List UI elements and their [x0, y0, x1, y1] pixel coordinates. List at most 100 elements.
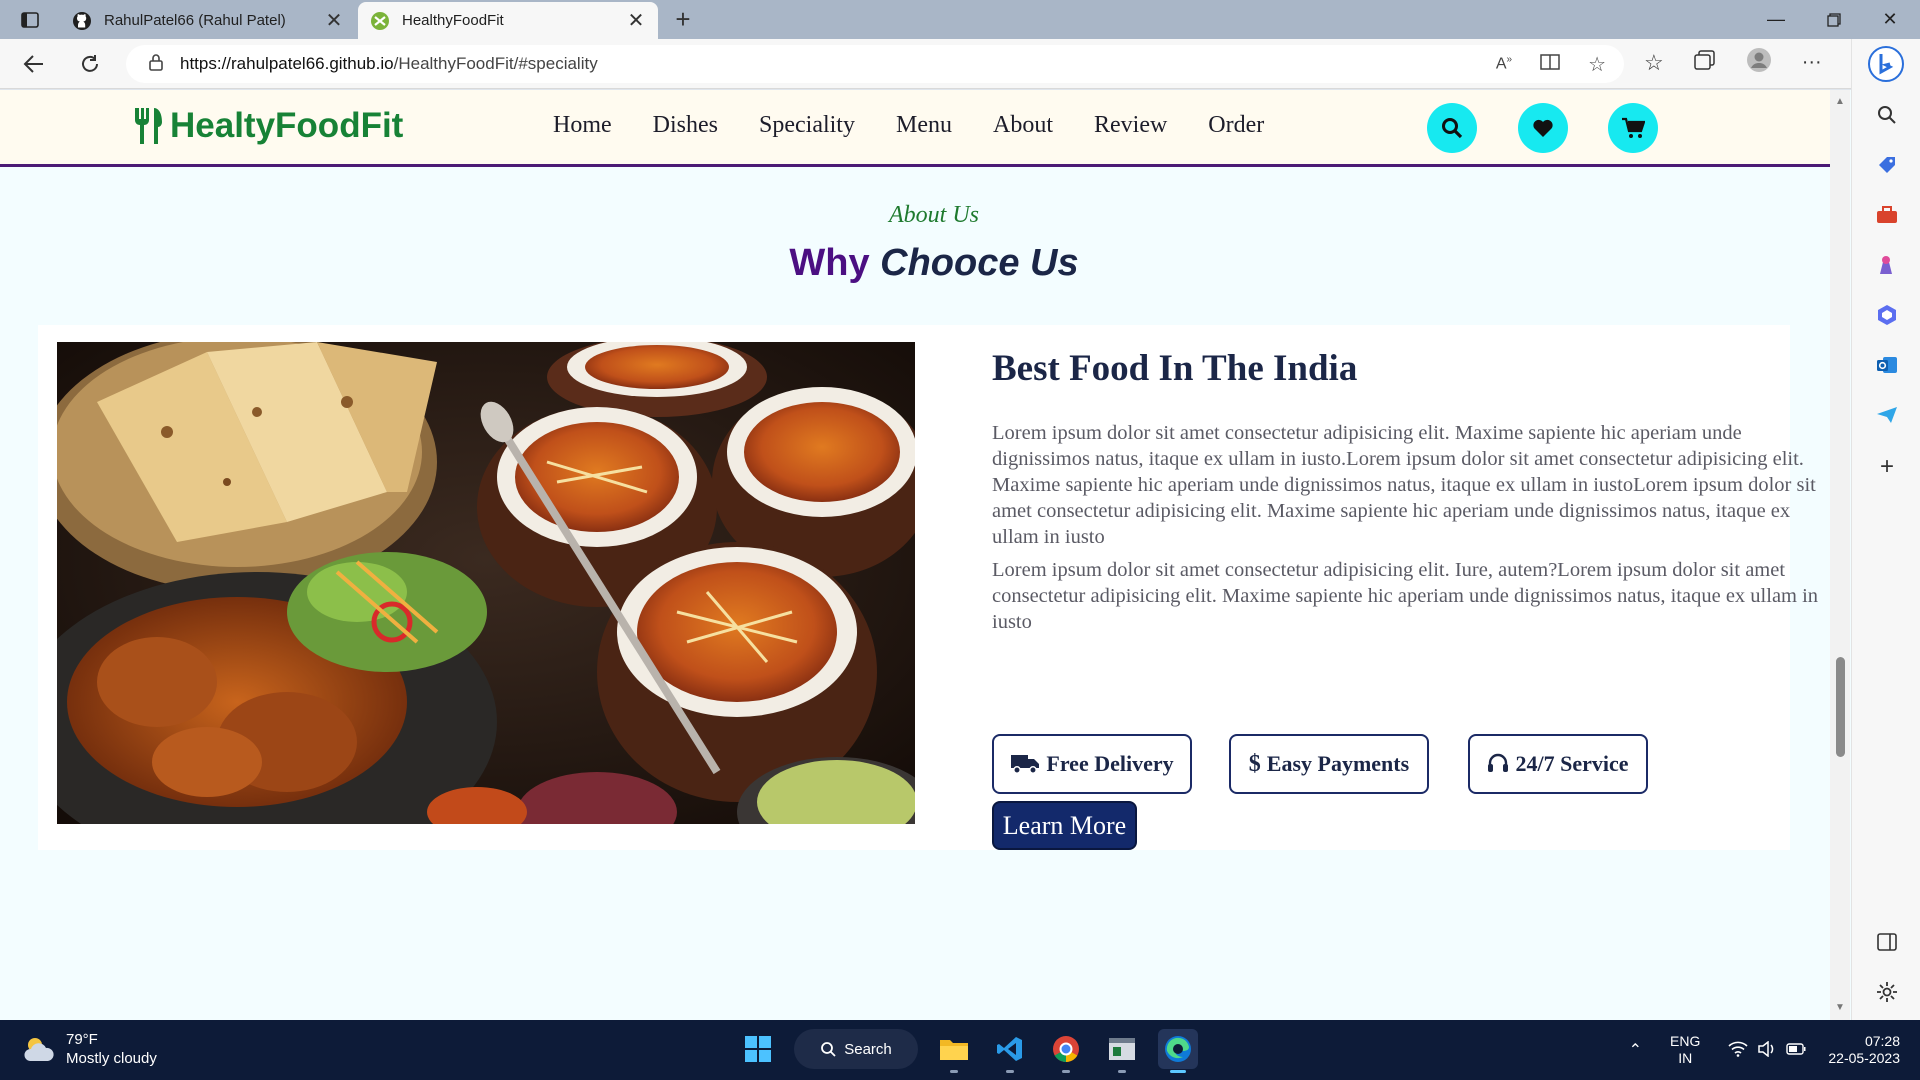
- address-bar-actions: A» ☆: [1496, 45, 1616, 83]
- terminal-app[interactable]: [1102, 1029, 1142, 1073]
- wifi-icon[interactable]: [1728, 1041, 1748, 1060]
- send-icon[interactable]: [1874, 402, 1900, 428]
- read-aloud-icon[interactable]: A»: [1496, 54, 1512, 73]
- site-header: HealtyFoodFit Home Dishes Speciality Men…: [0, 90, 1830, 167]
- url-path: /HealthyFoodFit/#speciality: [393, 54, 598, 73]
- edge-sidebar: +: [1851, 39, 1920, 1020]
- taskbar-search[interactable]: Search: [794, 1029, 918, 1069]
- settings-gear-icon[interactable]: [1874, 979, 1900, 1005]
- nav-order[interactable]: Order: [1208, 112, 1264, 139]
- service-badge[interactable]: 24/7 Service: [1468, 734, 1648, 794]
- battery-icon[interactable]: [1786, 1042, 1806, 1058]
- nav-home[interactable]: Home: [553, 112, 612, 139]
- add-sidebar-app-icon[interactable]: +: [1874, 453, 1900, 480]
- profile-avatar-icon[interactable]: [1746, 47, 1772, 78]
- lang-region: IN: [1678, 1050, 1693, 1066]
- weather-widget[interactable]: 79°F Mostly cloudy: [22, 1030, 157, 1068]
- about-paragraph-1: Lorem ipsum dolor sit amet consectetur a…: [992, 422, 1816, 548]
- language-indicator[interactable]: ENG IN: [1670, 1033, 1700, 1067]
- more-options-icon[interactable]: ···: [1802, 51, 1822, 74]
- address-bar[interactable]: https://rahulpatel66.github.io/HealthyFo…: [126, 45, 1624, 83]
- edge-app[interactable]: [1158, 1029, 1198, 1073]
- header-favorites-button[interactable]: [1518, 103, 1568, 153]
- tools-icon[interactable]: [1874, 202, 1900, 228]
- vscode-icon: [997, 1037, 1022, 1061]
- terminal-icon: [1109, 1038, 1135, 1060]
- heading-plain: Why: [789, 242, 881, 284]
- start-button[interactable]: [738, 1029, 778, 1069]
- site-favicon-icon: [370, 11, 390, 31]
- chrome-app[interactable]: [1046, 1029, 1086, 1073]
- clock[interactable]: 07:28 22-05-2023: [1828, 1033, 1900, 1067]
- back-icon[interactable]: [18, 49, 50, 79]
- scroll-up-icon[interactable]: ▲: [1834, 96, 1846, 108]
- windows-taskbar: 79°F Mostly cloudy Search ⌃ ENG IN 07:28…: [0, 1020, 1920, 1080]
- cart-icon: [1622, 117, 1645, 138]
- search-icon: [1442, 118, 1463, 139]
- logo-text: HealtyFoodFit: [170, 106, 404, 145]
- windows-logo-icon: [745, 1036, 771, 1062]
- browser-toolbar: https://rahulpatel66.github.io/HealthyFo…: [0, 39, 1920, 89]
- file-explorer-app[interactable]: [934, 1029, 974, 1073]
- close-tab-icon[interactable]: ✕: [324, 8, 344, 33]
- refresh-icon[interactable]: [74, 49, 106, 79]
- restore-icon[interactable]: [1806, 0, 1862, 39]
- lock-icon[interactable]: [148, 53, 166, 76]
- easy-payments-badge[interactable]: $ Easy Payments: [1229, 734, 1429, 794]
- vscode-app[interactable]: [990, 1029, 1030, 1073]
- tab-title: RahulPatel66 (Rahul Patel): [104, 12, 286, 29]
- service-label: 24/7 Service: [1515, 751, 1629, 776]
- tab-strip: RahulPatel66 (Rahul Patel) ✕ HealthyFood…: [0, 0, 1920, 39]
- learn-more-button[interactable]: Learn More: [992, 801, 1137, 850]
- search-label: Search: [844, 1040, 892, 1058]
- about-card: Best Food In The India Lorem ipsum dolor…: [38, 325, 1818, 850]
- about-subheading: About Us: [889, 202, 979, 228]
- volume-icon[interactable]: [1758, 1039, 1776, 1060]
- add-favorite-icon[interactable]: ☆: [1588, 52, 1606, 77]
- about-heading: Why Chooce Us: [0, 242, 1851, 285]
- minimize-icon[interactable]: —: [1748, 0, 1804, 39]
- nav-review[interactable]: Review: [1094, 112, 1167, 139]
- close-tab-icon[interactable]: ✕: [626, 8, 646, 33]
- collections-icon[interactable]: [1693, 50, 1716, 75]
- tab-github[interactable]: RahulPatel66 (Rahul Patel) ✕: [60, 2, 356, 39]
- system-tray: ⌃ ENG IN 07:28 22-05-2023: [1629, 1020, 1920, 1080]
- tab-actions-icon[interactable]: [10, 6, 50, 34]
- shopping-tag-icon[interactable]: [1874, 152, 1900, 178]
- search-icon[interactable]: [1874, 102, 1900, 128]
- tab-healthyfoodfit[interactable]: HealthyFoodFit ✕: [358, 2, 658, 39]
- chevron-up-icon[interactable]: ⌃: [1629, 1040, 1642, 1060]
- header-cart-button[interactable]: [1608, 103, 1658, 153]
- outlook-icon[interactable]: [1874, 352, 1900, 378]
- close-window-icon[interactable]: ✕: [1862, 0, 1918, 39]
- cloudy-weather-icon: [24, 1038, 54, 1061]
- nav-dishes[interactable]: Dishes: [653, 112, 718, 139]
- date: 22-05-2023: [1828, 1050, 1900, 1066]
- heading-emphasis: Chooce Us: [880, 242, 1079, 284]
- immersive-reader-icon[interactable]: [1540, 53, 1560, 76]
- free-delivery-badge[interactable]: Free Delivery: [992, 734, 1192, 794]
- scrollbar-thumb[interactable]: [1836, 657, 1845, 757]
- edge-icon: [1165, 1036, 1191, 1062]
- new-tab-button[interactable]: +: [666, 4, 700, 36]
- scroll-down-icon[interactable]: ▼: [1834, 1002, 1846, 1014]
- bing-chat-icon[interactable]: [1867, 45, 1905, 83]
- nav-speciality[interactable]: Speciality: [759, 112, 855, 139]
- nav-about[interactable]: About: [993, 112, 1053, 139]
- page-scrollbar[interactable]: ▲ ▼: [1830, 90, 1850, 1020]
- microsoft-365-icon[interactable]: [1874, 302, 1900, 328]
- dollar-icon: $: [1248, 750, 1261, 777]
- games-icon[interactable]: [1874, 252, 1900, 278]
- folder-icon: [940, 1040, 968, 1060]
- nav-menu[interactable]: Menu: [896, 112, 952, 139]
- hide-sidebar-icon[interactable]: [1874, 929, 1900, 955]
- utensils-icon: [132, 106, 164, 146]
- weather-condition: Mostly cloudy: [66, 1050, 157, 1067]
- running-indicator: [1062, 1070, 1070, 1073]
- favorites-icon[interactable]: ☆: [1644, 50, 1664, 76]
- site-logo[interactable]: HealtyFoodFit: [132, 106, 403, 146]
- about-paragraph-2: Lorem ipsum dolor sit amet consectetur a…: [992, 559, 1819, 633]
- toolbar-right: ☆ ···: [1644, 47, 1822, 78]
- header-search-button[interactable]: [1427, 103, 1477, 153]
- headset-icon: [1488, 753, 1509, 772]
